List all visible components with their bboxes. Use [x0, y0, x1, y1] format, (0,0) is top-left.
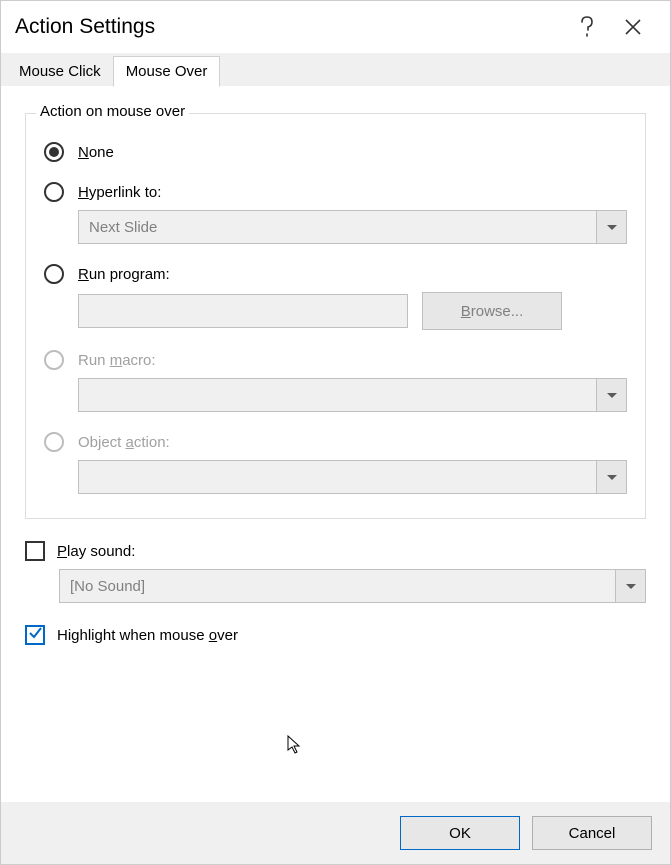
browse-button-label: Browse... — [461, 303, 524, 320]
ok-button-label: OK — [449, 825, 471, 842]
radio-object-action-label: Object action: — [78, 434, 170, 451]
radio-object-action-row: Object action: — [44, 432, 627, 452]
play-sound-label: Play sound: — [57, 543, 135, 560]
radio-run-program-label: Run program: — [78, 266, 170, 283]
radio-hyperlink-row[interactable]: Hyperlink to: — [44, 182, 627, 202]
play-sound-row[interactable]: Play sound: — [25, 541, 646, 561]
radio-run-program[interactable] — [44, 264, 64, 284]
radio-none[interactable] — [44, 142, 64, 162]
hyperlink-combo[interactable]: Next Slide — [78, 210, 627, 244]
tab-strip: Mouse Click Mouse Over — [1, 53, 670, 87]
object-action-combo-button — [596, 461, 626, 493]
macro-combo-button — [596, 379, 626, 411]
radio-hyperlink-label: Hyperlink to: — [78, 184, 161, 201]
radio-run-program-row[interactable]: Run program: — [44, 264, 627, 284]
ok-button[interactable]: OK — [400, 816, 520, 850]
tab-mouse-over[interactable]: Mouse Over — [113, 56, 221, 87]
hyperlink-combo-button[interactable] — [596, 211, 626, 243]
sound-combo-text: [No Sound] — [60, 578, 615, 595]
close-button[interactable] — [610, 11, 656, 43]
object-action-combo — [78, 460, 627, 494]
action-settings-dialog: Action Settings Mouse Click Mouse Over A… — [0, 0, 671, 865]
chevron-down-icon — [607, 225, 617, 230]
radio-hyperlink[interactable] — [44, 182, 64, 202]
browse-button[interactable]: Browse... — [422, 292, 562, 330]
help-icon — [580, 16, 594, 38]
cursor-icon — [287, 735, 303, 759]
button-bar: OK Cancel — [1, 802, 670, 864]
close-icon — [625, 19, 641, 35]
sound-combo-button[interactable] — [615, 570, 645, 602]
radio-none-label: None — [78, 144, 114, 161]
radio-run-macro-row: Run macro: — [44, 350, 627, 370]
chevron-down-icon — [626, 584, 636, 589]
cancel-button[interactable]: Cancel — [532, 816, 652, 850]
check-icon — [28, 626, 42, 644]
radio-run-macro — [44, 350, 64, 370]
sound-combo[interactable]: [No Sound] — [59, 569, 646, 603]
cancel-button-label: Cancel — [569, 825, 616, 842]
highlight-checkbox[interactable] — [25, 625, 45, 645]
run-program-input[interactable] — [78, 294, 408, 328]
play-sound-checkbox[interactable] — [25, 541, 45, 561]
chevron-down-icon — [607, 393, 617, 398]
radio-object-action — [44, 432, 64, 452]
content-area: Action on mouse over None Hyperlink to: … — [1, 87, 670, 655]
action-groupbox: Action on mouse over None Hyperlink to: … — [25, 113, 646, 519]
tab-mouse-click[interactable]: Mouse Click — [7, 57, 113, 86]
chevron-down-icon — [607, 475, 617, 480]
highlight-label: Highlight when mouse over — [57, 627, 238, 644]
group-legend: Action on mouse over — [36, 103, 189, 120]
titlebar: Action Settings — [1, 1, 670, 53]
radio-none-row[interactable]: None — [44, 142, 627, 162]
dialog-title: Action Settings — [15, 15, 564, 39]
help-button[interactable] — [564, 11, 610, 43]
highlight-row[interactable]: Highlight when mouse over — [25, 625, 646, 645]
radio-run-macro-label: Run macro: — [78, 352, 156, 369]
macro-combo — [78, 378, 627, 412]
hyperlink-combo-text: Next Slide — [79, 219, 596, 236]
